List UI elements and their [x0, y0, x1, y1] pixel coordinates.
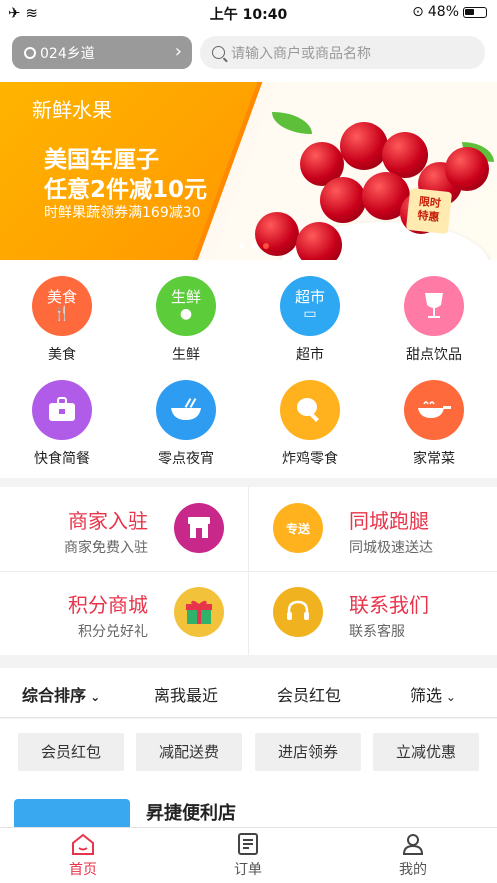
chip-store-coupon[interactable]: 进店领券: [255, 733, 361, 771]
category-nightsnack[interactable]: 零点夜宵: [124, 380, 248, 468]
store-thumbnail: [14, 799, 130, 827]
food-icon: 美食 🍴: [32, 276, 92, 336]
store-list-item[interactable]: 昇捷便利店: [0, 787, 497, 827]
banner-tag: 新鲜水果: [32, 98, 112, 122]
tab-bar: 首页 订单 我的: [0, 827, 497, 883]
chevron-right-icon: ›: [174, 41, 182, 62]
tab-profile[interactable]: 我的: [373, 832, 453, 879]
store-name: 昇捷便利店: [146, 803, 236, 824]
promo-banner[interactable]: 新鲜水果 美国车厘子 任意2件减10元 时鲜果蔬领券满169减30 限时 特惠: [0, 82, 497, 260]
chip-reduced-delivery[interactable]: 减配送费: [136, 733, 242, 771]
category-fresh[interactable]: 生鲜 ● 生鲜: [124, 276, 248, 364]
tab-orders[interactable]: 订单: [208, 832, 288, 879]
order-list-icon: [238, 833, 258, 855]
wine-glass-icon: [404, 276, 464, 336]
orientation-lock-icon: ⊙: [412, 4, 424, 20]
chevron-down-icon: ⌄: [442, 690, 456, 704]
basket-icon: 超市 ▭: [280, 276, 340, 336]
shop-icon: [174, 503, 224, 553]
pan-icon: [404, 380, 464, 440]
category-grid: 美食 🍴 美食 生鲜 ● 生鲜 超市 ▭ 超市 甜点饮品 快食简餐 零点夜宵 炸鸡零食: [0, 260, 497, 478]
location-pin-icon: [24, 46, 36, 59]
search-placeholder: 请输入商户或商品名称: [231, 45, 371, 62]
sort-comprehensive[interactable]: 综合排序 ⌄: [22, 682, 100, 706]
location-selector[interactable]: 024乡道 ›: [12, 36, 192, 69]
chip-instant-discount[interactable]: 立减优惠: [373, 733, 479, 771]
status-right: ⊙ 48%: [412, 4, 487, 20]
category-food[interactable]: 美食 🍴 美食: [0, 276, 124, 364]
service-errand[interactable]: 专送 同城跑腿 同城极速送达: [249, 487, 497, 571]
header: 024乡道 › 请输入商户或商品名称: [0, 26, 497, 82]
category-supermarket[interactable]: 超市 ▭ 超市: [248, 276, 372, 364]
carousel-dots: [239, 243, 269, 249]
battery-icon: [463, 6, 487, 18]
category-fastfood[interactable]: 快食简餐: [0, 380, 124, 468]
battery-percent: 48%: [427, 4, 459, 20]
home-icon: [72, 833, 94, 855]
headset-icon: [273, 587, 323, 637]
search-input[interactable]: 请输入商户或商品名称: [200, 36, 485, 69]
tab-home[interactable]: 首页: [43, 832, 123, 879]
sort-nearest[interactable]: 离我最近: [154, 682, 218, 706]
category-dessert[interactable]: 甜点饮品: [372, 276, 496, 364]
search-icon: [212, 46, 225, 59]
user-icon: [402, 834, 424, 855]
apple-icon: 生鲜 ●: [156, 276, 216, 336]
status-bar: ✈ ≋ 上午 10:40 ⊙ 48%: [0, 0, 497, 26]
sort-filter[interactable]: 筛选 ⌄: [410, 682, 456, 706]
sort-bar: 综合排序 ⌄ 离我最近 会员红包 筛选 ⌄: [0, 668, 497, 718]
drumstick-icon: [280, 380, 340, 440]
banner-headline-1: 美国车厘子: [44, 147, 159, 173]
gift-icon: [174, 587, 224, 637]
service-contact-us[interactable]: 联系我们 联系客服: [249, 571, 497, 655]
category-friedchicken[interactable]: 炸鸡零食: [248, 380, 372, 468]
service-points-mall[interactable]: 积分商城 积分兑好礼: [0, 571, 248, 655]
chip-member-redpacket[interactable]: 会员红包: [18, 733, 124, 771]
chevron-down-icon: ⌄: [86, 690, 101, 704]
limited-offer-badge: 限时 特惠: [405, 187, 453, 235]
banner-subline: 时鲜果蔬领券满169减30: [44, 205, 201, 221]
delivery-icon: 专送: [273, 503, 323, 553]
service-merchant-join[interactable]: 商家入驻 商家免费入驻: [0, 487, 248, 571]
category-homecooking[interactable]: 家常菜: [372, 380, 496, 468]
location-label: 024乡道: [40, 45, 95, 62]
bowl-icon: [156, 380, 216, 440]
banner-headline-2: 任意2件减10元: [44, 177, 208, 203]
bento-icon: [32, 380, 92, 440]
sort-member-redpacket[interactable]: 会员红包: [277, 682, 341, 706]
filter-chips: 会员红包 减配送费 进店领券 立减优惠: [0, 719, 497, 787]
